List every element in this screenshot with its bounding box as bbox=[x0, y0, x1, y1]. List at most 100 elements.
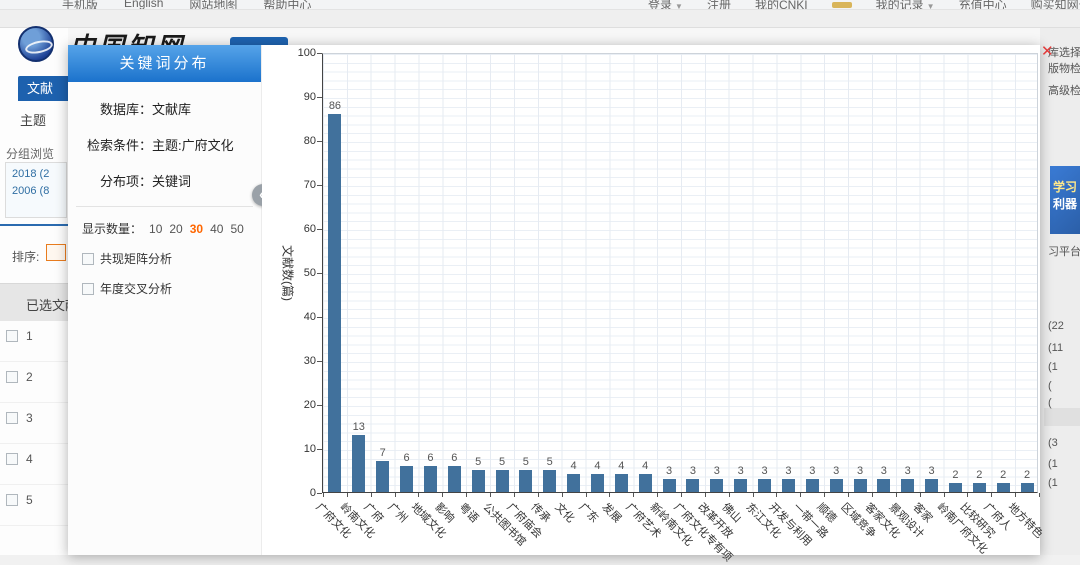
x-tick-mark bbox=[586, 493, 587, 497]
search-condition-field: 检索条件： 主题:广府文化 bbox=[68, 135, 261, 154]
row-checkbox[interactable] bbox=[6, 412, 18, 424]
bar-广府文化专有项 bbox=[686, 479, 699, 492]
divider bbox=[0, 224, 68, 226]
bar-广府 bbox=[376, 461, 389, 492]
header-band bbox=[0, 10, 1080, 28]
right-fragment: ( bbox=[1048, 397, 1052, 409]
nav-item-登录[interactable]: 登录▼ bbox=[648, 0, 683, 10]
year-facet-link[interactable]: 2006 (8 bbox=[6, 180, 66, 197]
bar-比较研究 bbox=[973, 483, 986, 492]
count-option-10[interactable]: 10 bbox=[149, 222, 162, 236]
y-tick-label: 60 bbox=[276, 223, 316, 235]
y-tick-label: 30 bbox=[276, 355, 316, 367]
nav-item-充值中心[interactable]: 充值中心 bbox=[959, 0, 1007, 10]
count-option-50[interactable]: 50 bbox=[230, 222, 243, 236]
cnki-globe-logo-icon bbox=[18, 26, 54, 62]
x-tick-mark bbox=[967, 493, 968, 497]
y-tick-label: 50 bbox=[276, 267, 316, 279]
bar-影响 bbox=[448, 466, 461, 492]
promo-line: 学习 bbox=[1050, 179, 1080, 196]
nav-item-我的记录[interactable]: 我的记录▼ bbox=[876, 0, 935, 10]
x-tick-mark bbox=[442, 493, 443, 497]
bar-地方特色 bbox=[1021, 483, 1034, 492]
row-number: 2 bbox=[26, 370, 33, 384]
tab-literature[interactable]: 文献 bbox=[18, 76, 68, 101]
bar-value-label: 13 bbox=[344, 421, 374, 433]
top-nav-right: 登录▼ 注册 我的CNKI 我的记录▼ 充值中心 购买知网卡 bbox=[648, 0, 1080, 10]
nav-item-English[interactable]: English bbox=[124, 0, 163, 10]
database-value: 文献库 bbox=[152, 99, 191, 118]
yearly-cross-checkbox-row[interactable]: 年度交叉分析 bbox=[82, 280, 261, 297]
x-tick-mark bbox=[991, 493, 992, 497]
nav-item-购买知网卡[interactable]: 购买知网卡 bbox=[1031, 0, 1080, 10]
sort-label: 排序: bbox=[12, 248, 39, 265]
x-tick-mark bbox=[323, 493, 324, 497]
distribution-item-label: 分布项： bbox=[68, 171, 152, 190]
count-option-20[interactable]: 20 bbox=[169, 222, 182, 236]
right-fragment: (22 bbox=[1048, 320, 1064, 332]
bar-景观设计 bbox=[901, 479, 914, 492]
nav-item-手机版[interactable]: 手机版 bbox=[62, 0, 98, 10]
count-option-40[interactable]: 40 bbox=[210, 222, 223, 236]
bar-value-label: 86 bbox=[320, 100, 350, 112]
table-row: 2 bbox=[0, 362, 68, 403]
sort-option-box[interactable] bbox=[46, 244, 66, 261]
caret-down-icon: ▼ bbox=[675, 2, 683, 10]
bar-文化 bbox=[567, 474, 580, 492]
nav-item-帮助中心[interactable]: 帮助中心 bbox=[263, 0, 311, 10]
right-fragment: (3 bbox=[1048, 437, 1058, 449]
facet-group-band bbox=[1044, 408, 1080, 426]
nav-item-注册[interactable]: 注册 bbox=[707, 0, 731, 10]
cooccurrence-checkbox-row[interactable]: 共现矩阵分析 bbox=[82, 250, 261, 267]
x-tick-mark bbox=[347, 493, 348, 497]
row-checkbox[interactable] bbox=[6, 494, 18, 506]
bar-发展 bbox=[615, 474, 628, 492]
bar-岭南广府文化 bbox=[949, 483, 962, 492]
row-number: 3 bbox=[26, 411, 33, 425]
display-count-label: 显示数量： bbox=[82, 222, 142, 236]
keyword-distribution-modal: 关键词分布 数据库： 文献库 检索条件： 主题:广府文化 分布项： 关键词 显示… bbox=[68, 45, 1040, 555]
x-axis-label-广州: 广州 bbox=[384, 499, 411, 526]
search-condition-label: 检索条件： bbox=[68, 135, 152, 154]
cooccurrence-checkbox[interactable] bbox=[82, 253, 94, 265]
x-tick-mark bbox=[609, 493, 610, 497]
bar-区域竞争 bbox=[854, 479, 867, 492]
y-tick-label: 40 bbox=[276, 311, 316, 323]
bar-改革开放 bbox=[710, 479, 723, 492]
row-checkbox[interactable] bbox=[6, 371, 18, 383]
count-option-30[interactable]: 30 bbox=[190, 222, 203, 236]
close-icon[interactable]: ✕ bbox=[1041, 45, 1054, 59]
promo-banner[interactable]: 学习 利器 bbox=[1050, 166, 1080, 234]
plot-area: 86137666555544443333333333332222 bbox=[322, 53, 1038, 493]
year-facet-box: 2018 (22006 (8 bbox=[5, 162, 67, 218]
year-facet-link[interactable]: 2018 (2 bbox=[6, 163, 66, 180]
bar-顺德 bbox=[830, 479, 843, 492]
distribution-settings-panel: 关键词分布 数据库： 文献库 检索条件： 主题:广府文化 分布项： 关键词 显示… bbox=[68, 45, 262, 555]
results-left-column: 文献 主题 分组浏览 2018 (22006 (8 排序: 已选文献 12345 bbox=[0, 28, 68, 555]
x-tick-mark bbox=[729, 493, 730, 497]
y-tick-label: 20 bbox=[276, 399, 316, 411]
x-axis-label-广东: 广东 bbox=[575, 499, 602, 526]
database-label: 数据库： bbox=[68, 99, 152, 118]
x-axis-label-发展: 发展 bbox=[599, 499, 626, 526]
top-nav-left: 手机版 English 网站地图 帮助中心 bbox=[62, 0, 311, 10]
database-field: 数据库： 文献库 bbox=[68, 99, 261, 118]
bar-一带一路 bbox=[806, 479, 819, 492]
nav-item-我的CNKI[interactable]: 我的CNKI bbox=[755, 0, 808, 10]
nav-item-网站地图[interactable]: 网站地图 bbox=[189, 0, 237, 10]
x-tick-mark bbox=[1015, 493, 1016, 497]
right-fragment[interactable]: 版物检 bbox=[1048, 60, 1080, 76]
x-tick-mark bbox=[800, 493, 801, 497]
bar-开发与利用 bbox=[782, 479, 795, 492]
row-checkbox[interactable] bbox=[6, 453, 18, 465]
bar-地域文化 bbox=[424, 466, 437, 492]
bar-广府庙会 bbox=[519, 470, 532, 492]
x-tick-mark bbox=[705, 493, 706, 497]
row-checkbox[interactable] bbox=[6, 330, 18, 342]
yearly-cross-checkbox[interactable] bbox=[82, 283, 94, 295]
x-tick-mark bbox=[490, 493, 491, 497]
bar-岭南文化 bbox=[352, 435, 365, 492]
x-tick-mark bbox=[753, 493, 754, 497]
right-fragment[interactable]: 高级检 bbox=[1048, 82, 1080, 98]
bar-东江文化 bbox=[758, 479, 771, 492]
